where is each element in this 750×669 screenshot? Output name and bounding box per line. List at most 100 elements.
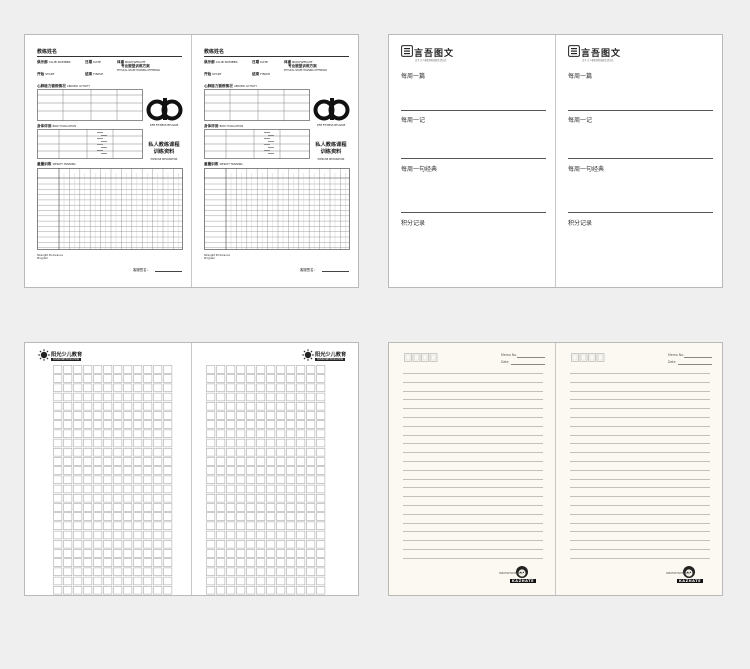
ruled-line [403,549,543,550]
logo-caption: DFB FITNESS BFLGRIE [149,124,179,127]
field-label-en: DATE [260,60,268,64]
ruled-line [570,469,710,471]
date-underline [678,364,712,365]
ruled-line [570,549,710,550]
ruled-line [570,381,710,383]
memo-underline [517,357,545,358]
ruled-line [570,417,710,418]
ruled-line [570,425,710,427]
ruled-line [403,443,543,445]
field-label-en: FINISH [93,72,104,76]
info-field: 俱乐部 CLUB NUMBER [204,60,238,65]
ruled-line [570,373,710,374]
section-label: 每周一句经典 [568,166,605,173]
ruled-line [570,487,710,489]
field-label: 开始 [37,72,45,76]
goal-label-en: PHYSICAL SHAPE TRAINING OFFERINGS [117,69,160,72]
ruled-line [570,505,710,506]
section-label: 每周一记 [568,117,593,124]
ruled-line [570,513,710,515]
section-label: 积分记录 [568,220,593,227]
field-label-en: START [212,72,222,76]
field-label: 日期 [85,60,93,64]
reading-page-right: 言吾图文 文字 让人更美好的阅读生活方式 每周一篇 每周一记 每周一句经典 积分记录 [556,35,722,287]
lined-page-left: Memo No. Date CREATIVE NOTEBOOK KAZHATE [389,343,555,595]
section-title: 身体评测 [204,124,219,128]
ruled-line [403,390,543,392]
program-note: Strength Endurance Program [37,254,63,261]
ruled-line [403,531,543,533]
ruled-line [570,408,710,410]
section-title-en: AEROBIC ACTIVITY [67,85,91,88]
ruled-line [403,513,543,515]
brand-name: KAZHATE [510,579,537,583]
memo-label: Memo No. [668,353,685,357]
ruled-line [403,452,543,454]
brand-title: 私人教练课程 训练资料 [315,142,347,155]
field-label-en: CLUB NUMBER [48,60,71,64]
info-field: 日期 DATE [252,60,268,65]
ruled-line [403,408,543,410]
section-heading: 重量训练 WEIGHT TRAINING [204,162,243,167]
page-title: 教练姓名 [204,49,225,55]
ruled-line [403,505,543,506]
section-label: 每周一句经典 [401,166,438,173]
ruled-line [403,478,543,480]
training-page-left: 教练姓名 俱乐部 CLUB NUMBER 日期 DATE 体重 BODYWEIGHT 开… [25,35,191,287]
ruled-line [570,557,710,559]
page-title: 教练姓名 [37,49,58,55]
section-label: 每周一记 [401,117,426,124]
brand-name: KAZHATE [677,579,704,583]
brand-tagline: CREATIVE NOTEBOOK [666,572,690,575]
page-number-boxes [571,353,605,362]
ruled-line [403,487,543,489]
brand-logo [313,98,350,121]
ruled-line [570,452,710,454]
goal-label: 专业塑型训练方案 [121,64,150,68]
body-evaluation-table [204,129,310,159]
sunshine-icon [38,349,50,361]
ruled-line [570,496,710,498]
ruled-line [403,461,543,462]
ruled-line [570,522,710,524]
info-field: 结束 FINISH [85,72,103,77]
writing-line [401,158,546,159]
aerobic-table [37,89,143,121]
notebook-grid-paper: 阳光少儿教育 SUNSHINE EDUCATION 阳光少儿教育 SUNSHINE … [24,342,359,596]
ruled-line [570,390,710,392]
field-label-en: CLUB NUMBER [215,60,238,64]
field-label: 结束 [252,72,260,76]
grid-writing-area [53,365,173,595]
writing-line [401,212,546,213]
program-note: Strength Endurance Program [204,254,230,261]
reading-page-left: 言吾图文 文字 让人更美好的阅读生活方式 每周一篇 每周一记 每周一句经典 积分记录 [389,35,555,287]
signature-line [155,271,182,272]
title-rule [204,56,349,57]
sunshine-icon [302,349,314,361]
goal-label: 专业塑型训练方案 [288,64,317,68]
grid-page-right: 阳光少儿教育 SUNSHINE EDUCATION [192,343,358,595]
field-label-en: FINISH [260,72,271,76]
body-evaluation-table [37,129,143,159]
ruled-line [403,557,543,559]
section-title-en: BODY EVALUATION [52,125,76,128]
section-heading: 重量训练 WEIGHT TRAINING [37,162,76,167]
logo-caption: DFB FITNESS BFLGRIE [316,124,346,127]
signature-label: 客服签名： [133,268,150,272]
brand-title: 私人教练课程 训练资料 [148,142,180,155]
section-label: 每周一篇 [401,73,426,80]
section-title: 心肺能力锻炼情况 [204,84,233,88]
grid-writing-area [206,365,326,595]
writing-line [568,158,713,159]
memo-underline [684,357,712,358]
section-title-en: AEROBIC ACTIVITY [234,85,258,88]
ruled-line [403,522,543,524]
ruled-line [403,417,543,418]
field-label: 开始 [204,72,212,76]
ruled-line [403,373,543,374]
ruled-line [403,496,543,498]
ruled-line [403,540,543,542]
info-field: 结束 FINISH [252,72,270,77]
ruled-line [570,478,710,480]
lined-page-right: Memo No. Date CREATIVE NOTEBOOK KAZHATE [556,343,722,595]
